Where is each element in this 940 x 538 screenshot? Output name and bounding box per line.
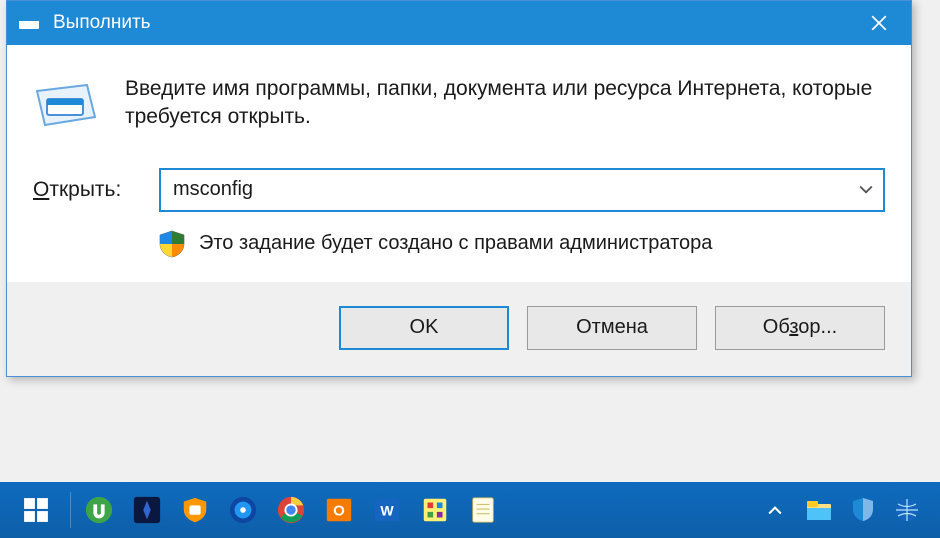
svg-text:W: W [380,503,394,519]
admin-note-text: Это задание будет создано с правами адми… [199,232,712,255]
close-button[interactable] [847,1,911,45]
titlebar[interactable]: Выполнить [7,1,911,45]
tray-network-globe-icon[interactable] [892,495,922,525]
taskbar: O W [0,482,940,538]
open-input[interactable] [159,168,885,212]
taskbar-apps: O W [77,488,505,532]
cancel-button[interactable]: Отмена [527,306,697,350]
dialog-title: Выполнить [53,12,847,34]
taskbar-app-blizzard[interactable] [125,488,169,532]
start-button[interactable] [8,482,64,538]
taskbar-app-notes[interactable] [461,488,505,532]
dialog-footer: OK Отмена Обзор... [7,282,911,376]
taskbar-app-utorrent[interactable] [77,488,121,532]
svg-text:O: O [333,503,345,520]
taskbar-app-chrome[interactable] [269,488,313,532]
run-dialog-title-icon [17,13,41,33]
taskbar-divider [70,492,71,528]
taskbar-app-daemon-tools[interactable] [221,488,265,532]
tray-overflow-chevron[interactable] [760,495,790,525]
run-icon [33,79,99,129]
tray-defender-icon[interactable] [848,495,878,525]
dialog-body: Введите имя программы, папки, документа … [7,45,911,282]
chevron-up-icon [768,502,782,518]
admin-note-row: Это задание будет создано с правами адми… [159,230,885,258]
system-tray [760,495,932,525]
ok-button[interactable]: OK [339,306,509,350]
instruction-text: Введите имя программы, папки, документа … [125,75,885,132]
browse-button[interactable]: Обзор... [715,306,885,350]
taskbar-app-antivirus[interactable] [173,488,217,532]
tray-explorer-icon[interactable] [804,495,834,525]
uac-shield-icon [159,230,185,258]
taskbar-app-word[interactable]: W [365,488,409,532]
taskbar-app-paint[interactable] [413,488,457,532]
open-label: Открыть: [33,178,141,202]
open-combobox[interactable] [159,168,885,212]
taskbar-app-onenote[interactable]: O [317,488,361,532]
run-dialog: Выполнить Введите имя программы, папки, … [6,0,912,377]
